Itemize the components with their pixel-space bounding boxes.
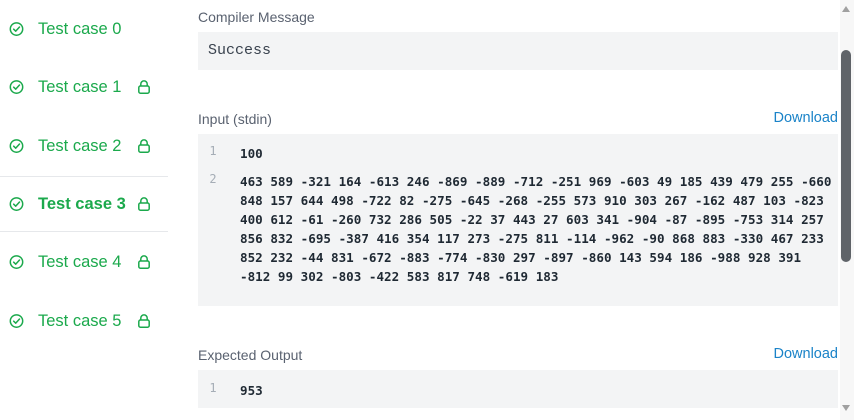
- test-case-0[interactable]: Test case 0: [0, 1, 168, 57]
- test-case-label: Test case 3: [38, 194, 126, 213]
- expected-output-box: 1 953: [198, 370, 838, 408]
- lock-icon: [138, 197, 150, 211]
- line-text: 953: [240, 383, 263, 398]
- check-circle-icon: [9, 197, 24, 211]
- check-circle-icon: [9, 255, 24, 269]
- test-case-detail-panel: Compiler Message Success Input (stdin) D…: [198, 0, 838, 420]
- line-text: 463 589 -321 164 -613 246 -869 -889 -712…: [240, 174, 839, 285]
- check-circle-icon: [9, 22, 24, 36]
- test-case-label: Test case 1: [38, 77, 122, 96]
- lock-icon: [138, 255, 150, 269]
- input-download-link[interactable]: Download: [774, 110, 839, 126]
- test-case-3[interactable]: Test case 3: [0, 176, 168, 232]
- test-case-sidebar: Test case 0 Test case 1 Test case 2 Test…: [0, 0, 168, 420]
- line-text: 100: [240, 146, 263, 161]
- scrollbar-thumb[interactable]: [841, 50, 851, 262]
- lock-icon: [138, 80, 150, 94]
- expected-download-link[interactable]: Download: [774, 346, 839, 362]
- test-case-1[interactable]: Test case 1: [0, 59, 168, 115]
- test-case-label: Test case 5: [38, 311, 122, 330]
- line-number: 2: [209, 172, 217, 186]
- lock-icon: [138, 314, 150, 328]
- check-circle-icon: [9, 139, 24, 153]
- check-circle-icon: [9, 314, 24, 328]
- input-label: Input (stdin): [198, 111, 272, 127]
- test-case-2[interactable]: Test case 2: [0, 118, 168, 174]
- lock-icon: [138, 139, 150, 153]
- input-code-box: 1 100 2 463 589 -321 164 -613 246 -869 -…: [198, 134, 838, 306]
- compiler-message-text: Success: [208, 42, 272, 59]
- expected-output-label: Expected Output: [198, 347, 303, 363]
- compiler-message-label: Compiler Message: [198, 9, 315, 25]
- test-case-5[interactable]: Test case 5: [0, 293, 168, 349]
- check-circle-icon: [9, 80, 24, 94]
- scroll-down-arrow-icon[interactable]: [842, 405, 850, 411]
- line-number: 1: [209, 381, 217, 395]
- test-case-label: Test case 4: [38, 252, 122, 271]
- test-case-label: Test case 0: [38, 19, 122, 38]
- compiler-message-box: Success: [198, 32, 838, 70]
- scroll-up-arrow-icon[interactable]: [842, 6, 850, 12]
- test-case-label: Test case 2: [38, 136, 122, 155]
- line-number: 1: [209, 144, 217, 158]
- test-case-4[interactable]: Test case 4: [0, 234, 168, 290]
